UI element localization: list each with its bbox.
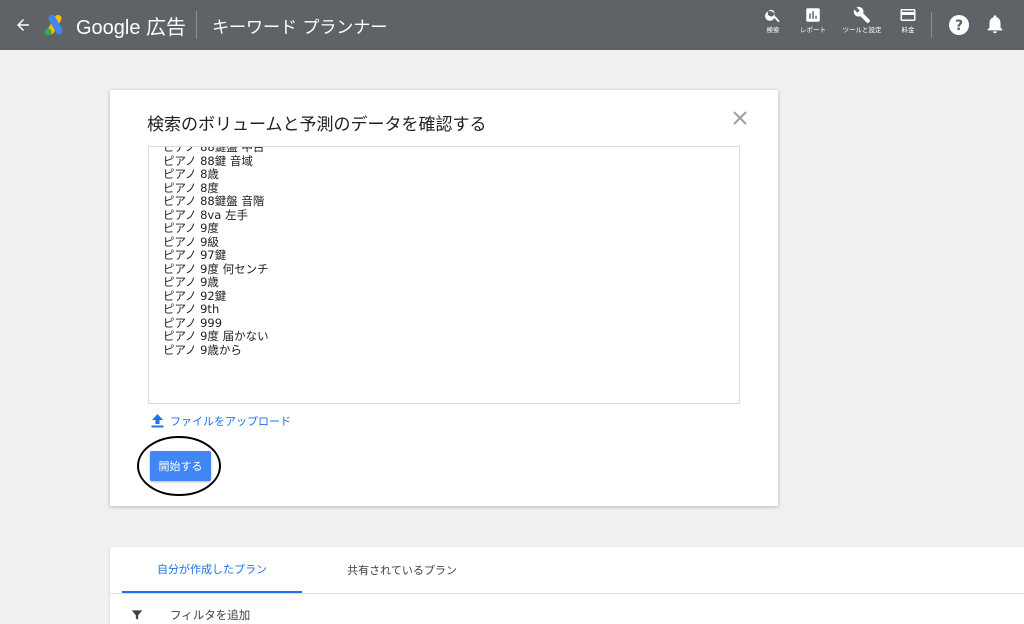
tool-reports[interactable]: レポート [787,6,839,46]
tool-label: レポート [800,26,826,34]
keyword-item: ピアノ 8度 [163,180,219,195]
keyword-list: ピアノ 88鍵盤 中古 ピアノ 88鍵 音域 ピアノ 8歳 ピアノ 8度 ピアノ 88鍵… [163,147,269,357]
help-icon[interactable]: ? [947,13,971,37]
upload-file-link[interactable]: ファイルをアップロード [151,413,291,429]
add-filter-button[interactable]: フィルタを追加 [130,607,250,623]
upload-label: ファイルをアップロード [170,415,291,428]
google-ads-logo[interactable]: Google 広告 [42,10,186,40]
tab-shared-plans[interactable]: 共有されているプラン [302,547,502,593]
back-arrow-icon[interactable] [10,12,36,38]
close-icon[interactable] [730,108,750,128]
google-ads-mark-icon [44,14,63,36]
dialog-title: 検索のボリュームと予測のデータを確認する [147,115,487,135]
keywords-textarea[interactable]: ピアノ 88鍵盤 中古 ピアノ 88鍵 音域 ピアノ 8歳 ピアノ 8度 ピアノ 88鍵… [148,146,740,404]
tool-billing[interactable]: 料金 [882,6,934,46]
reports-icon [806,8,820,22]
keyword-item: ピアノ 88鍵 音域 [163,153,253,168]
credit-card-icon [900,9,916,21]
plans-panel: 自分が作成したプラン 共有されているプラン フィルタを追加 [110,547,1024,624]
tool-tools-settings[interactable]: ツールと設定 [836,6,888,46]
header-divider [931,12,932,38]
keyword-item: ピアノ 9歳 [163,275,219,289]
keyword-item: ピアノ 88鍵盤 音階 [163,194,265,208]
tab-my-plans[interactable]: 自分が作成したプラン [122,547,302,593]
filter-icon [131,610,143,620]
search-icon [765,9,780,23]
wrench-icon [853,6,871,24]
keyword-item: ピアノ 9度 [163,221,219,235]
add-filter-label: フィルタを追加 [170,608,251,622]
tool-label: ツールと設定 [842,26,882,34]
upload-icon [151,414,164,428]
tool-label: 料金 [901,26,915,34]
svg-text:?: ? [955,18,963,34]
keyword-item: ピアノ 9th [163,302,220,316]
keyword-item: ピアノ 9級 [163,234,219,249]
header-divider [196,11,197,39]
keyword-item: ピアノ 9度 届かない [163,329,269,343]
top-app-bar: Google 広告 キーワード プランナー 検索 レポート ツールと設定 料金 … [0,0,1024,50]
page-title: キーワード プランナー [212,18,388,38]
bell-icon[interactable] [984,13,1008,37]
keyword-item: ピアノ 999 [163,315,223,330]
brand-name: Google 広告 [76,16,187,39]
keyword-item: ピアノ 8va 左手 [163,207,248,222]
keyword-item: ピアノ 92鍵 [163,288,227,303]
keyword-item: ピアノ 9歳から [163,342,242,357]
keyword-item: ピアノ 9度 何センチ [163,261,269,276]
divider [110,593,1024,594]
keyword-dialog: 検索のボリュームと予測のデータを確認する ピアノ 88鍵盤 中古 ピアノ 88鍵 … [110,90,778,506]
keyword-item: ピアノ 8歳 [163,167,219,181]
start-button[interactable]: 開始する [150,451,211,481]
keyword-item: ピアノ 97鍵 [163,248,227,262]
